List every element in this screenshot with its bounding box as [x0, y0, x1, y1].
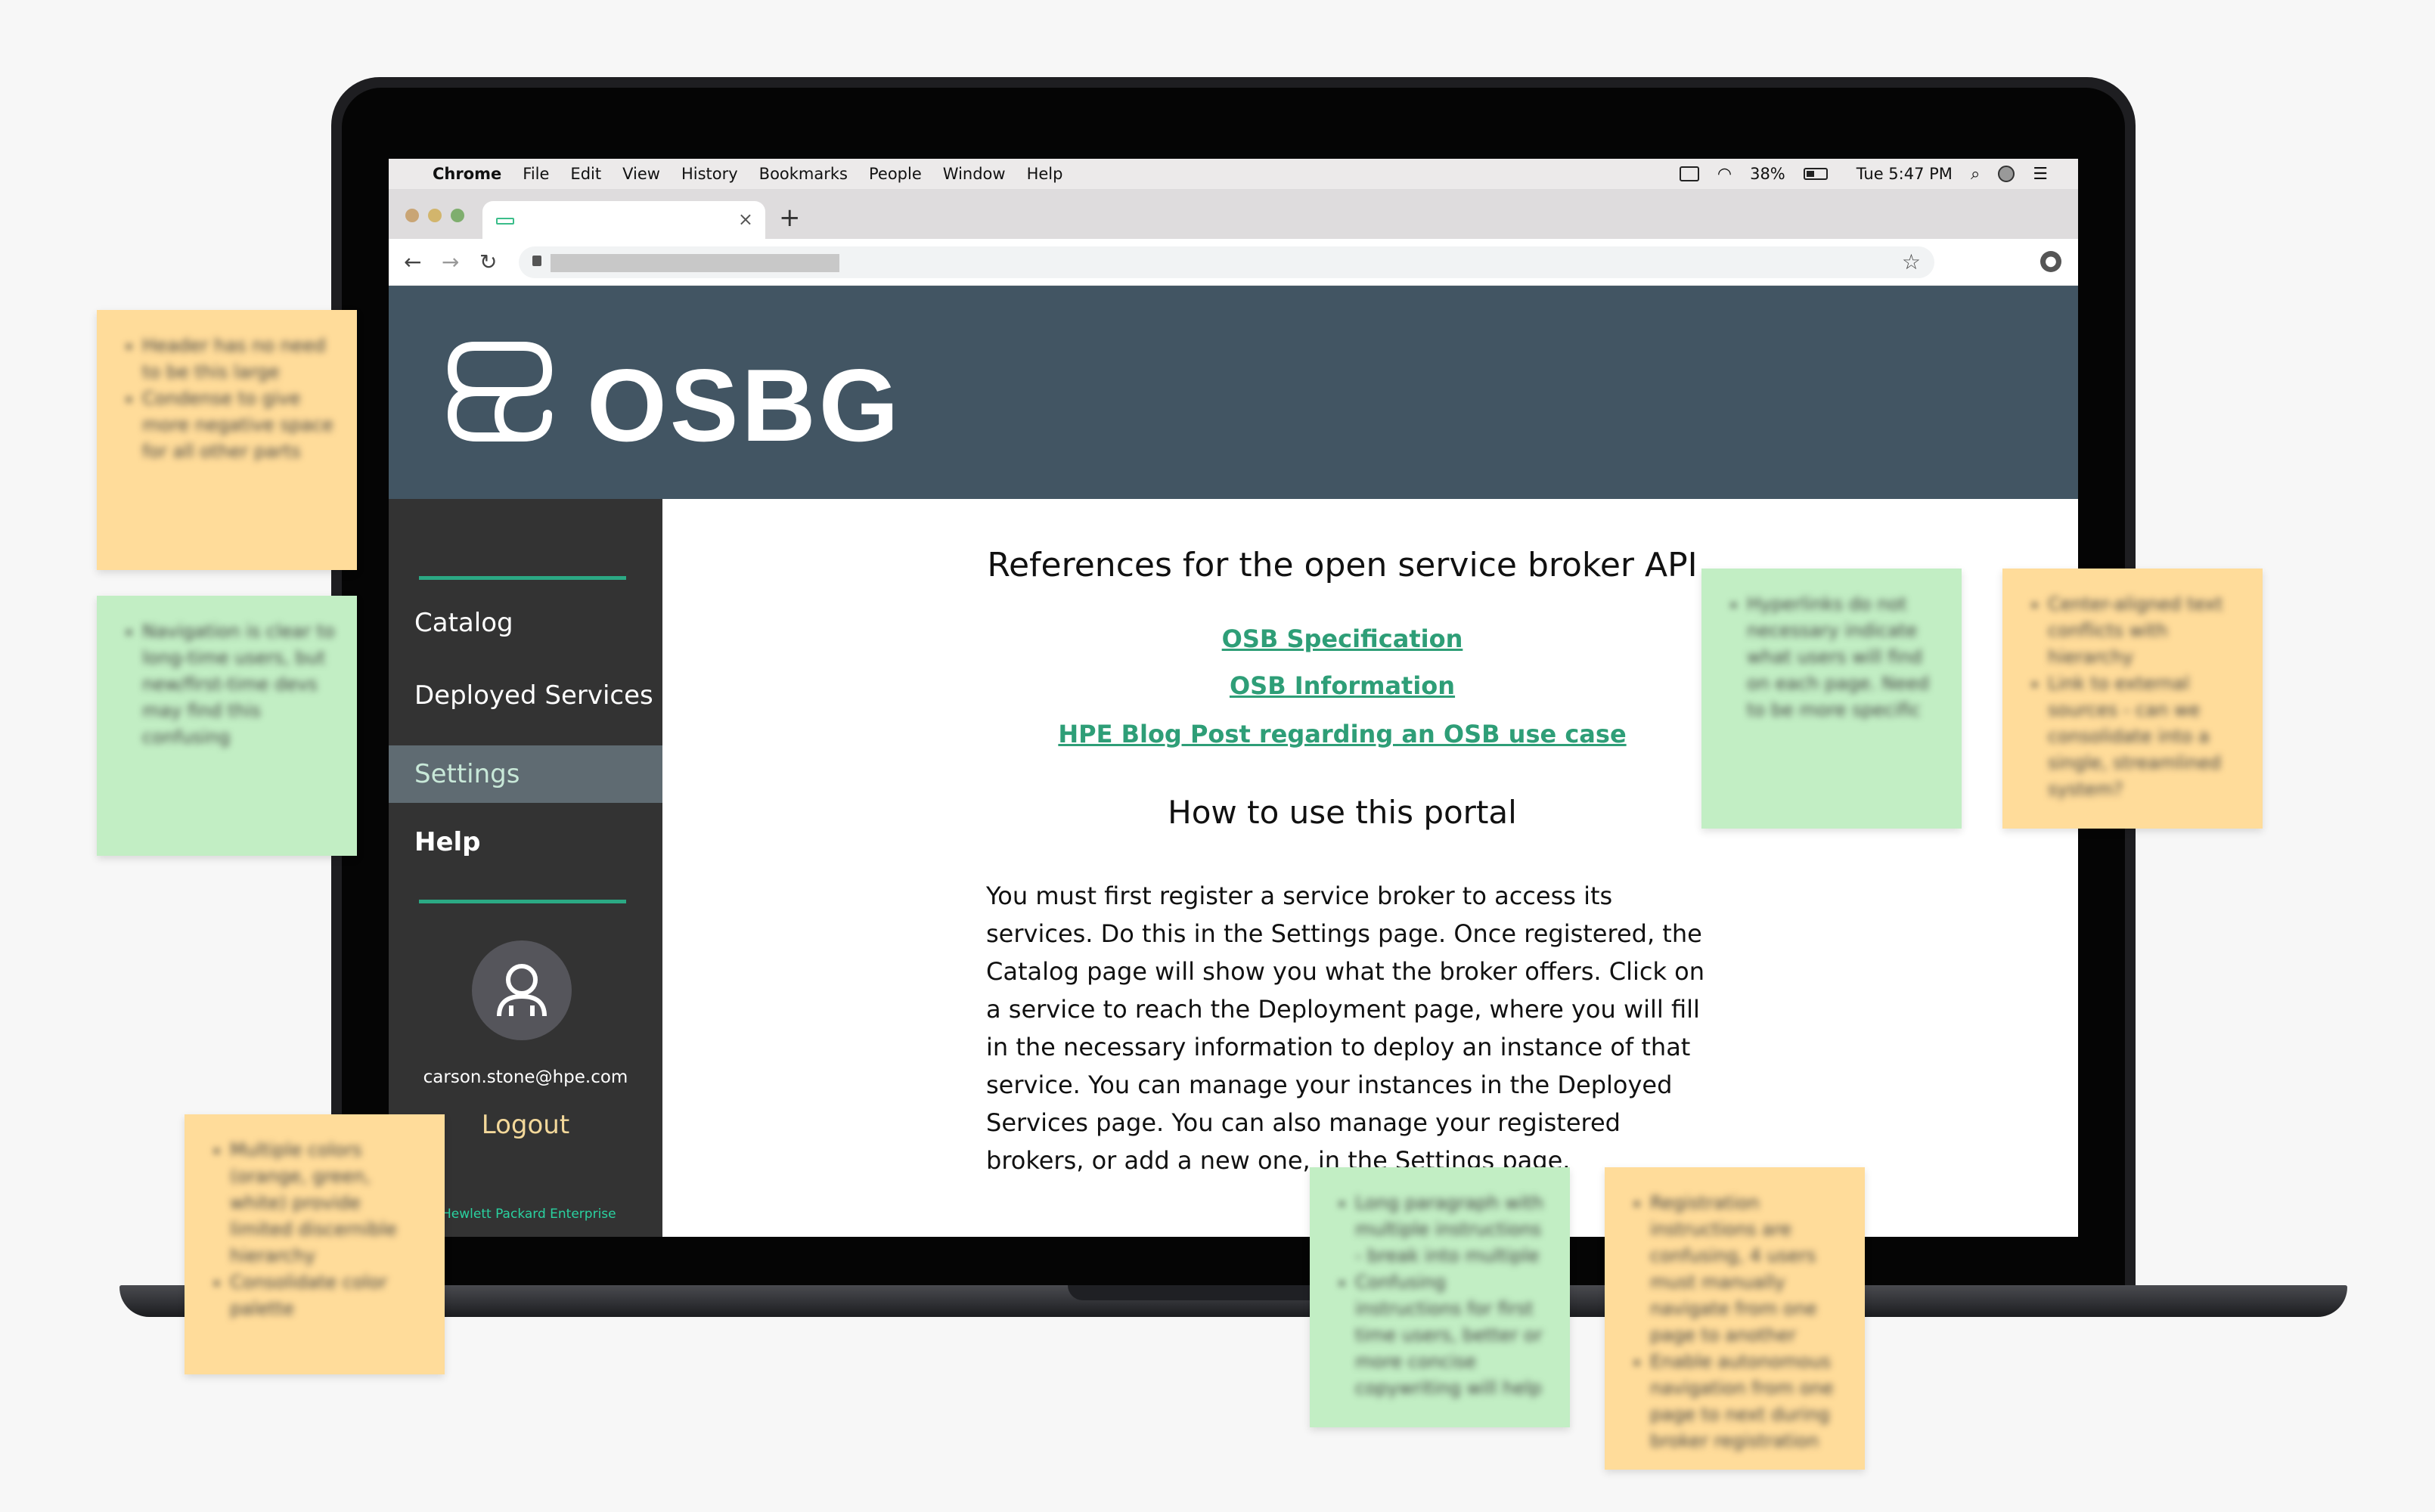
- sidebar-divider-top: [419, 576, 626, 580]
- redacted-url: [551, 254, 839, 272]
- menu-bookmarks[interactable]: Bookmarks: [759, 165, 848, 183]
- sticky-note-hyperlinks: Hyperlinks do not necessary indicate wha…: [1701, 569, 1962, 829]
- sticky-note-colors: Multiple colors (orange, green, white) p…: [185, 1114, 445, 1374]
- sticky-note-alignment: Center-aligned text conflicts with hiera…: [2002, 569, 2263, 829]
- sticky-note-navigation: Navigation is clear to long-time users, …: [97, 596, 357, 856]
- sidebar-divider-bottom: [419, 900, 626, 903]
- browser-tabbar: × +: [389, 189, 2078, 239]
- note-line: Hyperlinks do not necessary indicate wha…: [1747, 591, 1943, 723]
- battery-percent: 38%: [1750, 165, 1785, 183]
- menu-chrome[interactable]: Chrome: [433, 165, 501, 183]
- note-line: Enable autonomous navigation from one pa…: [1650, 1349, 1847, 1455]
- sticky-note-header: Header has no need to be this large Cond…: [97, 310, 357, 570]
- battery-icon[interactable]: [1803, 168, 1828, 180]
- menu-view[interactable]: View: [622, 165, 660, 183]
- note-line: Confusing instructions for first time us…: [1355, 1269, 1552, 1402]
- note-line: Condense to give more negative space for…: [142, 386, 339, 465]
- sidebar-item-catalog[interactable]: Catalog: [414, 608, 513, 638]
- tab-close-icon[interactable]: ×: [738, 209, 753, 230]
- menu-file[interactable]: File: [523, 165, 549, 183]
- user-icon: [497, 964, 547, 1017]
- forward-icon[interactable]: →: [442, 249, 459, 274]
- note-line: Consolidate color palette: [230, 1269, 427, 1322]
- app-logo-text[interactable]: OSBG: [587, 346, 902, 464]
- address-bar[interactable]: ☆: [519, 246, 1934, 278]
- note-line: Navigation is clear to long-time users, …: [142, 618, 339, 751]
- note-line: Long paragraph with multiple instruction…: [1355, 1190, 1552, 1269]
- new-tab-button[interactable]: +: [779, 203, 801, 233]
- browser-tab[interactable]: ×: [482, 201, 765, 239]
- sidebar-item-settings[interactable]: Settings: [389, 745, 662, 803]
- window-close-button[interactable]: [405, 209, 419, 222]
- menu-history[interactable]: History: [681, 165, 738, 183]
- notification-center-icon[interactable]: ☰: [2033, 165, 2048, 184]
- extension-icon[interactable]: ●: [2040, 251, 2061, 272]
- window-zoom-button[interactable]: [451, 209, 464, 222]
- airplay-icon[interactable]: [1679, 166, 1699, 181]
- menu-edit[interactable]: Edit: [570, 165, 601, 183]
- note-line: Center-aligned text conflicts with hiera…: [2048, 591, 2244, 671]
- note-line: Multiple colors (orange, green, white) p…: [230, 1137, 427, 1269]
- osbg-logo-icon: [447, 342, 553, 442]
- note-line: Header has no need to be this large: [142, 333, 339, 386]
- wifi-icon[interactable]: ◠: [1717, 165, 1732, 184]
- macos-menubar: Chrome File Edit View History Bookmarks …: [389, 159, 2078, 189]
- note-line: Registration instructions are confusing,…: [1650, 1190, 1847, 1349]
- note-line: Link to external sources - can we consol…: [2048, 671, 2244, 803]
- spotlight-search-icon[interactable]: ⌕: [1971, 165, 1980, 184]
- menu-help[interactable]: Help: [1027, 165, 1063, 183]
- sticky-note-paragraph: Long paragraph with multiple instruction…: [1310, 1167, 1570, 1427]
- favicon-icon: [496, 218, 514, 225]
- bookmark-star-icon[interactable]: ☆: [1902, 249, 1921, 274]
- menu-window[interactable]: Window: [943, 165, 1006, 183]
- user-email: carson.stone@hpe.com: [423, 1067, 628, 1087]
- clock[interactable]: Tue 5:47 PM: [1856, 165, 1953, 183]
- avatar[interactable]: [472, 940, 572, 1040]
- sticky-note-registration: Registration instructions are confusing,…: [1605, 1167, 1865, 1470]
- browser-toolbar: ← → ↻ ☆ ●: [389, 239, 2078, 286]
- lock-icon: [532, 256, 541, 266]
- hpe-footer-brand: Hewlett Packard Enterprise: [442, 1207, 616, 1222]
- siri-icon[interactable]: [1998, 166, 2015, 182]
- howto-paragraph: You must first register a service broker…: [986, 881, 1704, 1175]
- reload-icon[interactable]: ↻: [479, 249, 497, 274]
- app-header: OSBG: [389, 286, 2078, 499]
- back-icon[interactable]: ←: [404, 249, 421, 274]
- sidebar-item-help[interactable]: Help: [414, 827, 481, 857]
- menu-people[interactable]: People: [869, 165, 922, 183]
- sidebar-item-deployed-services[interactable]: Deployed Services: [414, 680, 653, 711]
- window-minimize-button[interactable]: [428, 209, 442, 222]
